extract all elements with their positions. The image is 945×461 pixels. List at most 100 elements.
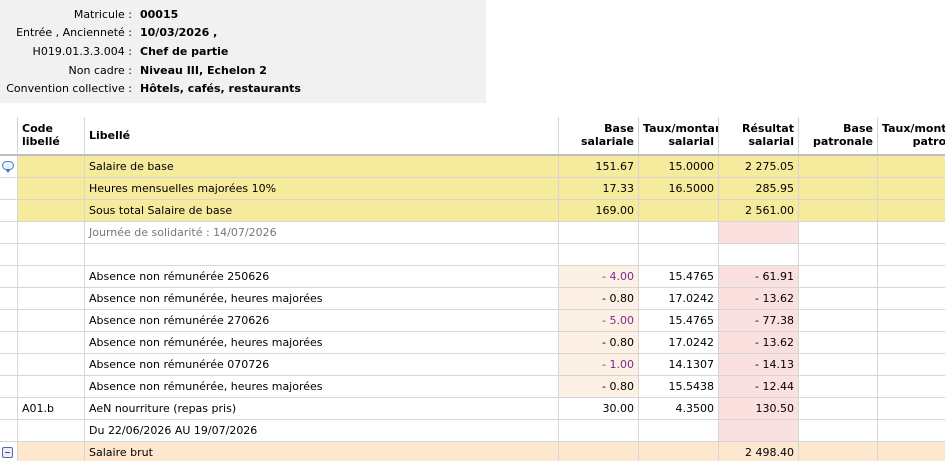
row-taux: 16.5000 (639, 178, 719, 200)
collapse-icon[interactable] (2, 447, 13, 458)
row-base: 30.00 (559, 398, 639, 420)
table-row[interactable]: Sous total Salaire de base 169.00 2 561.… (0, 200, 945, 222)
row-libelle: Salaire de base (85, 156, 559, 178)
matricule-value: 00015 (140, 8, 179, 21)
header-base-patronale-line2: patronale (812, 135, 873, 148)
row-taux: 17.0242 (639, 288, 719, 310)
row-base[interactable]: - 0.80 (559, 376, 639, 398)
header-base-patronale[interactable]: Base patronale (799, 117, 878, 155)
row-libelle: Absence non rémunérée, heures majorées (85, 288, 559, 310)
row-icon-cell (0, 354, 18, 376)
row-base-patronale (799, 244, 878, 266)
row-icon-cell[interactable] (0, 442, 18, 461)
row-resultat (719, 420, 799, 442)
row-base (559, 222, 639, 244)
row-resultat: 285.95 (719, 178, 799, 200)
header-taux-salarial[interactable]: Taux/montant salarial (639, 117, 719, 155)
table-row[interactable]: Absence non rémunérée, heures majorées -… (0, 376, 945, 398)
row-libelle: Sous total Salaire de base (85, 200, 559, 222)
header-base-salariale-line2: salariale (580, 135, 634, 148)
row-code (18, 244, 85, 266)
payslip-view: Matricule : 00015 Entrée , Ancienneté : … (0, 0, 945, 461)
row-libelle: Absence non rémunérée 070726 (85, 354, 559, 376)
header-libelle[interactable]: Libellé (85, 117, 559, 155)
row-taux (639, 420, 719, 442)
row-base-patronale (799, 376, 878, 398)
row-taux-patronal (878, 156, 945, 178)
row-base[interactable]: - 1.00 (559, 354, 639, 376)
row-icon-cell[interactable] (0, 156, 18, 178)
row-libelle: Absence non rémunérée, heures majorées (85, 376, 559, 398)
header-resultat-salarial[interactable]: Résultat salarial (719, 117, 799, 155)
table-row[interactable] (0, 244, 945, 266)
row-base-patronale (799, 200, 878, 222)
row-taux: 14.1307 (639, 354, 719, 376)
row-taux-patronal (878, 442, 945, 461)
row-code (18, 420, 85, 442)
header-taux-patronal-line2: patron (912, 135, 945, 148)
row-resultat: - 13.62 (719, 288, 799, 310)
table-row[interactable]: Salaire de base 151.67 15.0000 2 275.05 (0, 156, 945, 178)
header-taux-patronal-line1: Taux/montar (882, 122, 945, 135)
entree-label: Entrée , Ancienneté : (16, 26, 132, 39)
table-row[interactable]: Journée de solidarité : 14/07/2026 (0, 222, 945, 244)
row-resultat: 2 275.05 (719, 156, 799, 178)
row-libelle: AeN nourriture (repas pris) (85, 398, 559, 420)
table-row[interactable]: Absence non rémunérée 270626 - 5.00 15.4… (0, 310, 945, 332)
row-code (18, 310, 85, 332)
table-row[interactable]: Absence non rémunérée, heures majorées -… (0, 288, 945, 310)
row-icon-cell (0, 332, 18, 354)
table-row[interactable]: A01.b AeN nourriture (repas pris) 30.00 … (0, 398, 945, 420)
row-base[interactable]: - 0.80 (559, 288, 639, 310)
header-taux-patronal[interactable]: Taux/montar patron (878, 117, 945, 155)
row-base (559, 420, 639, 442)
table-row[interactable]: Heures mensuelles majorées 10% 17.33 16.… (0, 178, 945, 200)
row-resultat (719, 244, 799, 266)
table-row[interactable]: Absence non rémunérée 070726 - 1.00 14.1… (0, 354, 945, 376)
row-resultat: - 77.38 (719, 310, 799, 332)
header-code-line2: libellé (22, 135, 60, 148)
row-taux-patronal (878, 266, 945, 288)
row-icon-cell (0, 200, 18, 222)
row-base[interactable]: - 5.00 (559, 310, 639, 332)
header-taux-salarial-line2: salarial (668, 135, 714, 148)
row-code (18, 332, 85, 354)
row-code (18, 222, 85, 244)
row-base: 17.33 (559, 178, 639, 200)
table-row[interactable]: Absence non rémunérée 250626 - 4.00 15.4… (0, 266, 945, 288)
header-base-salariale[interactable]: Base salariale (559, 117, 639, 155)
row-resultat: 2 561.00 (719, 200, 799, 222)
row-resultat: - 13.62 (719, 332, 799, 354)
row-taux: 15.5438 (639, 376, 719, 398)
row-code (18, 156, 85, 178)
row-code (18, 200, 85, 222)
row-base-patronale (799, 398, 878, 420)
statut-label: Non cadre : (68, 64, 132, 77)
row-base-patronale (799, 178, 878, 200)
row-base-patronale (799, 222, 878, 244)
row-icon-cell (0, 244, 18, 266)
row-libelle: Absence non rémunérée 250626 (85, 266, 559, 288)
comment-icon[interactable] (2, 161, 14, 173)
row-base[interactable]: - 4.00 (559, 266, 639, 288)
poste-label: H019.01.3.3.004 : (32, 45, 132, 58)
header-code[interactable]: Code libellé (18, 117, 85, 155)
row-libelle: Absence non rémunérée 270626 (85, 310, 559, 332)
row-code (18, 178, 85, 200)
table-row[interactable]: Absence non rémunérée, heures majorées -… (0, 332, 945, 354)
row-taux (639, 222, 719, 244)
table-row[interactable]: Salaire brut 2 498.40 (0, 442, 945, 461)
info-row-convention: Convention collective : Hôtels, cafés, r… (0, 79, 486, 98)
row-taux (639, 244, 719, 266)
row-taux-patronal (878, 376, 945, 398)
header-icon-col (0, 117, 18, 155)
table-row[interactable]: Du 22/06/2026 AU 19/07/2026 (0, 420, 945, 442)
row-resultat: - 12.44 (719, 376, 799, 398)
poste-value: Chef de partie (140, 45, 229, 58)
row-code: A01.b (18, 398, 85, 420)
row-base[interactable]: - 0.80 (559, 332, 639, 354)
header-base-patronale-line1: Base (843, 122, 873, 135)
row-libelle: Heures mensuelles majorées 10% (85, 178, 559, 200)
row-taux: 17.0242 (639, 332, 719, 354)
row-base: 169.00 (559, 200, 639, 222)
